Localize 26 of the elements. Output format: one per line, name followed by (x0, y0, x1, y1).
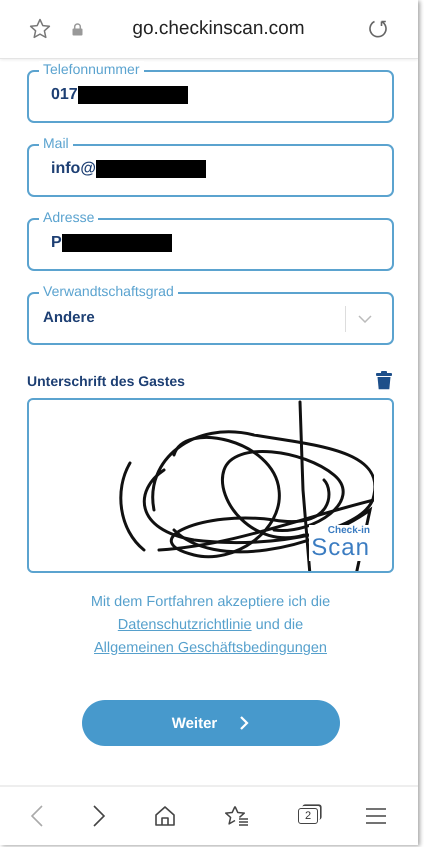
logo: Check-in Scan (309, 525, 372, 561)
field-label: Verwandtschaftsgrad (39, 283, 178, 299)
forward-icon[interactable] (92, 805, 106, 827)
chevron-right-icon (239, 715, 250, 731)
field-value: P (51, 234, 62, 252)
home-icon[interactable] (154, 805, 176, 827)
field-value: 017 (51, 86, 78, 104)
field-value: info@ (51, 160, 96, 178)
field-label: Mail (39, 135, 73, 151)
consent-text: Mit dem Fortfahren akzeptiere ich die Datenschutzrichtlinie und die Allgemeinen Geschäftsbedingungen (90, 593, 332, 658)
field-label: Telefonnummer (39, 61, 144, 77)
trash-icon[interactable] (376, 371, 392, 390)
signature-title: Unterschrift des Gastes (27, 372, 185, 388)
input-field[interactable]: Adresse P (27, 209, 394, 271)
lock-icon (72, 22, 83, 36)
dropdown-field[interactable]: Verwandtschaftsgrad Andere (27, 283, 394, 345)
menu-icon[interactable] (366, 807, 386, 825)
field-label: Adresse (39, 209, 98, 225)
input-field[interactable]: Mail info@ (27, 135, 394, 197)
bookmark-list-icon[interactable] (224, 805, 250, 827)
chevron-down-icon (358, 315, 372, 323)
field-value: Andere (43, 308, 96, 326)
input-field[interactable]: Telefonnummer 017 (27, 61, 394, 123)
signature-pad[interactable]: Check-in Scan (27, 398, 394, 573)
star-icon[interactable] (28, 17, 52, 41)
url-text[interactable]: go.checkinscan.com (93, 18, 356, 40)
